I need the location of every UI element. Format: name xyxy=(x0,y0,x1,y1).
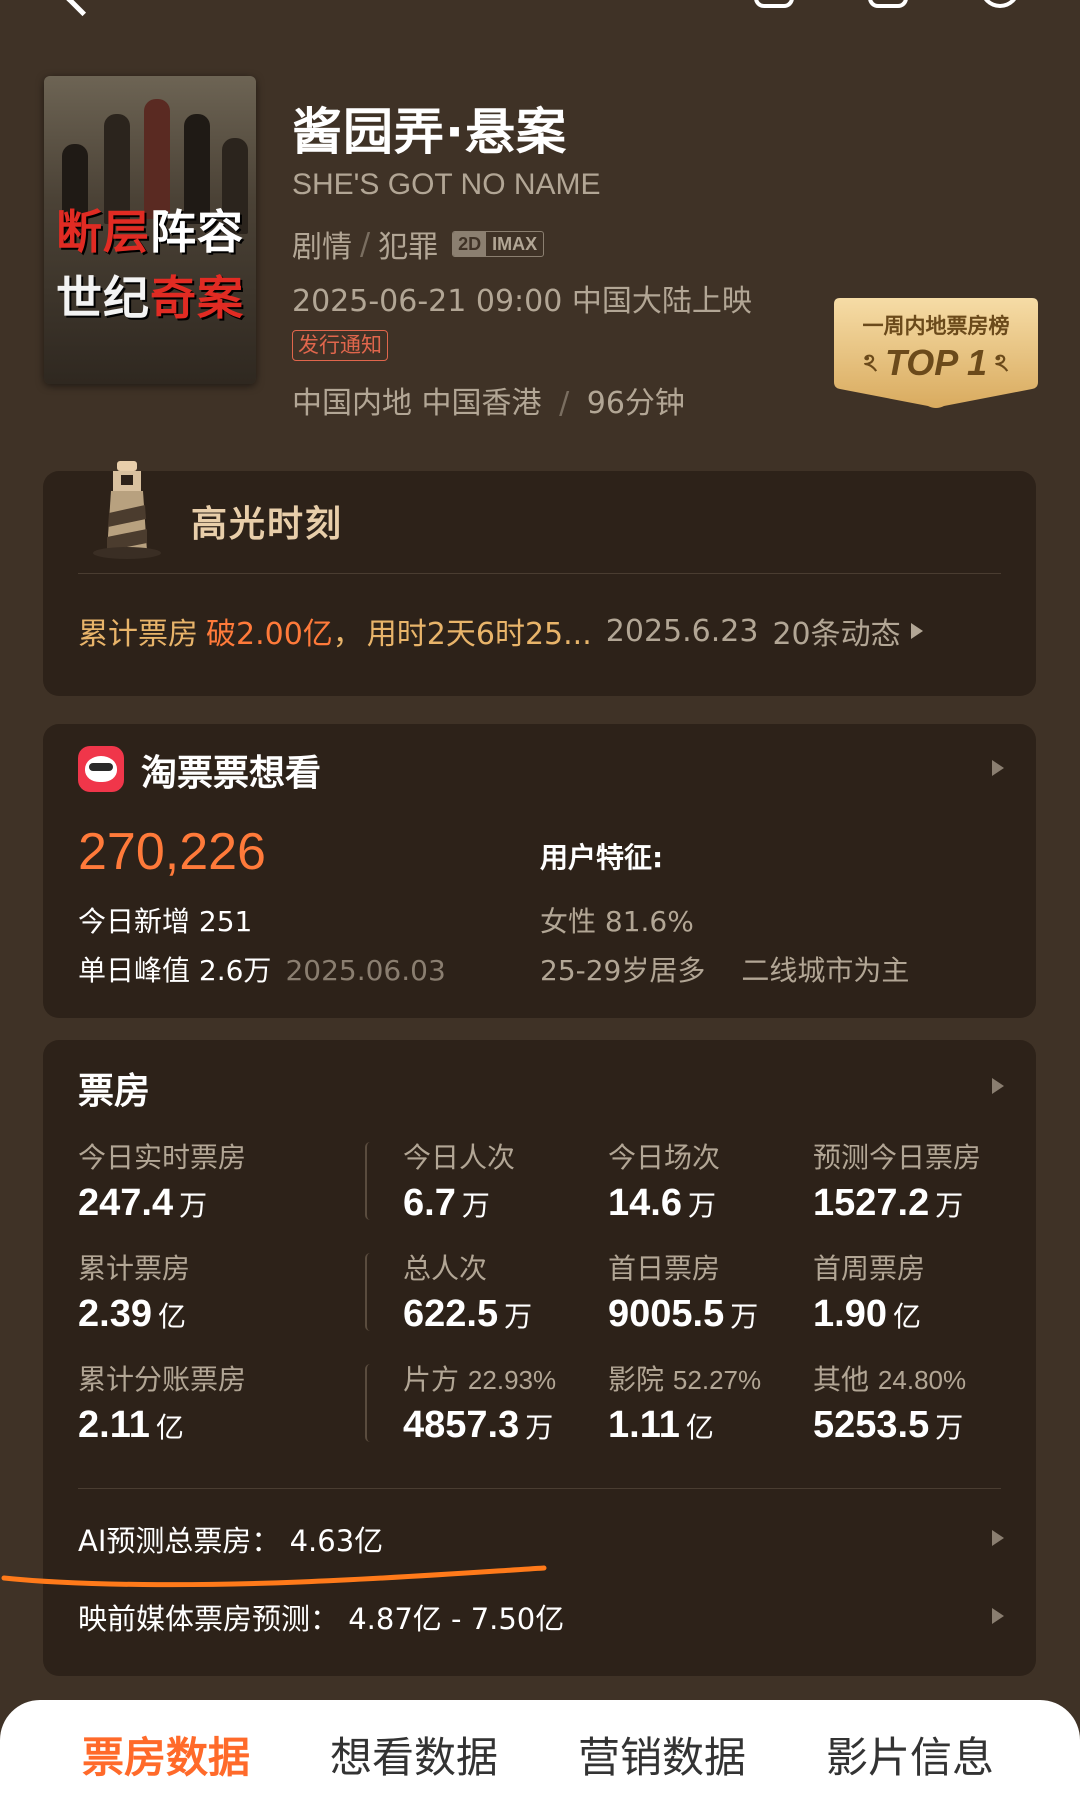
stat-cinema-share: 影院 52.27% 1.11 亿 xyxy=(608,1363,762,1446)
arrow-right-icon[interactable] xyxy=(992,1530,1004,1546)
poster-figure xyxy=(144,99,170,219)
highlight-detail: 用时2天6时25... xyxy=(366,617,592,652)
arrow-right-icon[interactable] xyxy=(992,760,1004,776)
media-forecast-row[interactable]: 映前媒体票房预测： 4.87亿 - 7.50亿 xyxy=(78,1596,564,1638)
divider xyxy=(78,1488,1001,1489)
stat-first-week: 首周票房 1.90 亿 xyxy=(813,1252,926,1335)
highlight-count: 20条动态 xyxy=(772,617,901,652)
rank-badge-value: ঽ TOP 1ঽ xyxy=(863,342,1009,383)
lighthouse-icon xyxy=(93,461,161,559)
release-date: 2025-06-21 09:00 中国大陆上映 xyxy=(292,284,752,319)
taopiaopiao-logo-icon xyxy=(78,746,124,792)
user-city: 二线城市为主 xyxy=(741,954,910,987)
box-office-title: 票房 xyxy=(78,1071,151,1112)
share-icon[interactable] xyxy=(754,0,794,8)
tab-marketing[interactable]: 营销数据 xyxy=(578,1724,746,1785)
stat-forecast-today: 预测今日票房 1527.2 万 xyxy=(813,1141,982,1224)
arrow-right-icon xyxy=(910,623,923,639)
stat-today-realtime: 今日实时票房 247.4 万 xyxy=(78,1141,247,1224)
rank-badge-title: 一周内地票房榜 xyxy=(862,314,1010,338)
duration-text: 96分钟 xyxy=(586,386,685,421)
want-peak-date: 2025.06.03 xyxy=(285,954,446,987)
highlight-title: 高光时刻 xyxy=(191,504,344,545)
arrow-right-icon[interactable] xyxy=(992,1608,1004,1624)
divider xyxy=(365,1253,375,1331)
separator: / xyxy=(360,226,371,262)
want-total: 270,226 xyxy=(78,823,266,881)
stat-today-screenings: 今日场次 14.6 万 xyxy=(608,1141,721,1224)
stat-total-admissions: 总人次 622.5 万 xyxy=(403,1252,533,1335)
highlight-date: 2025.6.23 xyxy=(605,613,759,649)
stat-other-share: 其他 24.80% 5253.5 万 xyxy=(813,1363,967,1446)
stat-split-revenue: 累计分账票房 2.11 亿 xyxy=(78,1363,247,1446)
release-notice-tag[interactable]: 发行通知 xyxy=(292,330,388,361)
want-today-new: 今日新增 251 xyxy=(78,905,253,938)
genre-tag: 犯罪 xyxy=(378,230,439,265)
want-peak-row: 单日峰值 2.6万 2025.06.03 xyxy=(78,949,446,989)
box-office-rank-badge[interactable]: 一周内地票房榜 ঽ TOP 1ঽ xyxy=(834,298,1038,410)
stat-today-admissions: 今日人次 6.7 万 xyxy=(403,1141,516,1224)
poster-slogan-2: 世纪奇案 xyxy=(56,271,244,325)
top-nav-bar xyxy=(0,0,1080,30)
movie-poster[interactable]: 断层阵容 世纪奇案 xyxy=(44,76,256,384)
user-features-title: 用户特征: xyxy=(540,841,664,874)
user-age: 25-29岁居多 xyxy=(540,954,706,987)
highlight-card[interactable]: 高光时刻 累计票房 破2.00亿 ， 用时2天6时25... 2025.6.23… xyxy=(43,461,1036,696)
tab-box-office[interactable]: 票房数据 xyxy=(82,1724,250,1785)
laurel-right-icon: ঽ xyxy=(995,350,1009,377)
region-text: 中国内地 中国香港 xyxy=(292,386,542,421)
divider xyxy=(78,573,1001,574)
more-icon[interactable] xyxy=(980,0,1020,8)
want-to-watch-card[interactable]: 淘票票想看 270,226 今日新增 251 单日峰值 2.6万 2025.06.… xyxy=(43,724,1036,1018)
movie-title-en: SHE'S GOT NO NAME xyxy=(292,168,601,201)
tab-want-data[interactable]: 想看数据 xyxy=(330,1724,498,1785)
genre-tag: 剧情 xyxy=(292,230,352,265)
format-badge: 2D IMAX xyxy=(452,231,545,257)
want-peak: 单日峰值 2.6万 xyxy=(78,954,272,987)
annotation-underline xyxy=(1,1565,547,1588)
tab-film-info[interactable]: 影片信息 xyxy=(826,1724,994,1785)
highlight-label: 累计票房 xyxy=(78,617,198,652)
region-duration: 中国内地 中国香港 / 96分钟 xyxy=(292,378,685,422)
genre-row: 剧情 / 犯罪 2D IMAX xyxy=(292,222,545,266)
bottom-tab-bar: 票房数据 想看数据 营销数据 影片信息 xyxy=(0,1700,1080,1800)
stat-first-day: 首日票房 9005.5 万 xyxy=(608,1252,759,1335)
favorite-icon[interactable] xyxy=(868,0,908,8)
divider xyxy=(365,1364,375,1442)
want-title: 淘票票想看 xyxy=(141,753,322,794)
arrow-right-icon[interactable] xyxy=(992,1078,1004,1094)
highlight-separator: ， xyxy=(332,617,363,652)
back-icon[interactable] xyxy=(64,0,101,17)
user-gender: 女性 81.6% xyxy=(540,905,694,938)
laurel-left-icon: ঽ xyxy=(863,350,877,377)
highlight-row[interactable]: 累计票房 破2.00亿 ， 用时2天6时25... 2025.6.23 20条动… xyxy=(78,609,1006,653)
highlight-value: 破2.00亿 xyxy=(206,617,333,652)
user-demographics: 25-29岁居多 二线城市为主 xyxy=(540,949,909,989)
stat-cumulative: 累计票房 2.39 亿 xyxy=(78,1252,191,1335)
divider xyxy=(365,1142,375,1220)
stat-producer-share: 片方 22.93% 4857.3 万 xyxy=(403,1363,557,1446)
movie-title: 酱园弄·悬案 xyxy=(292,103,567,161)
poster-slogan-1: 断层阵容 xyxy=(56,205,244,259)
separator: / xyxy=(559,386,570,421)
